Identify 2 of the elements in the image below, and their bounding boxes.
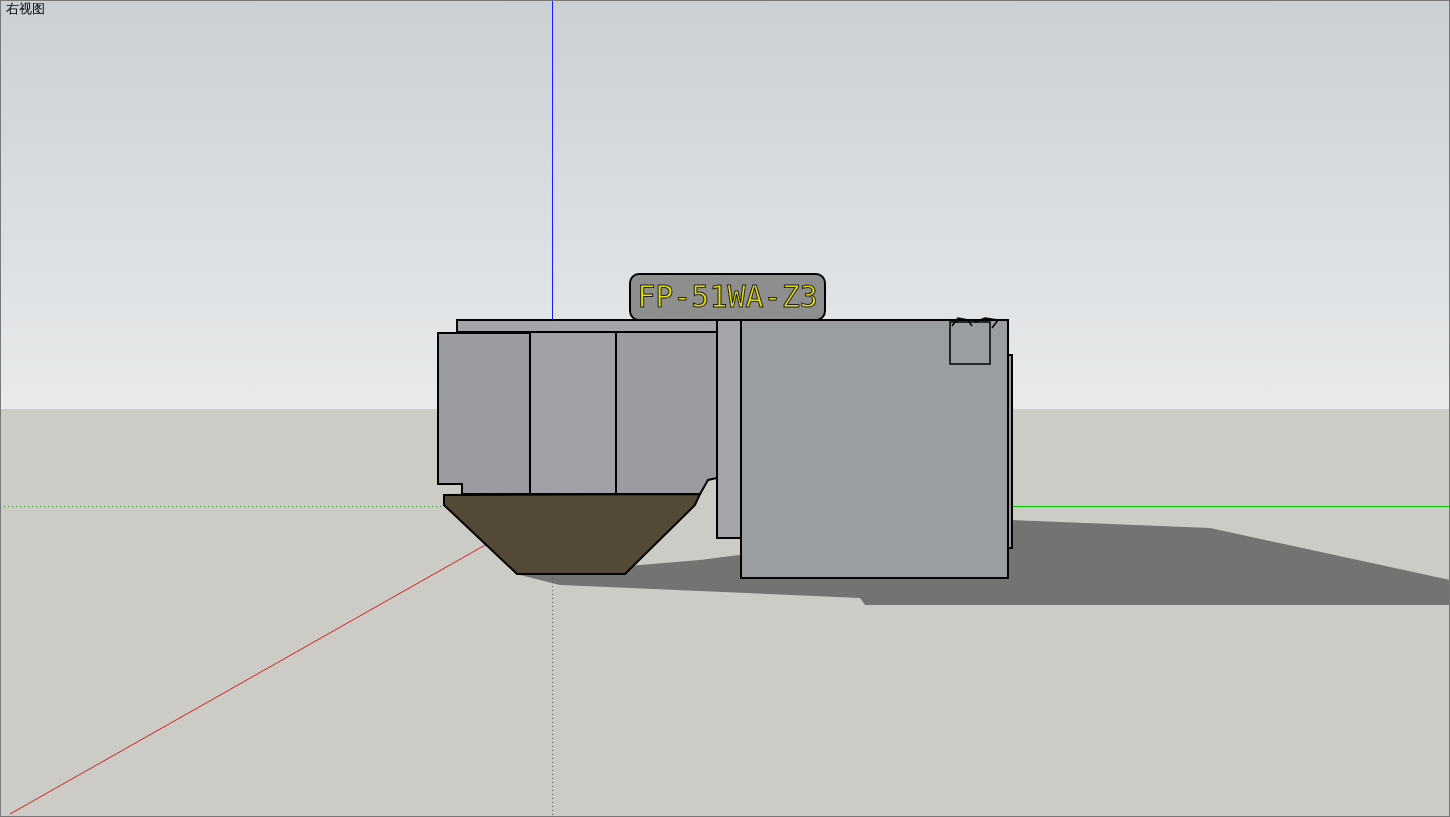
model-label: FP-51WA-Z3 [629, 273, 826, 321]
view-name: 右视图 [6, 1, 45, 17]
